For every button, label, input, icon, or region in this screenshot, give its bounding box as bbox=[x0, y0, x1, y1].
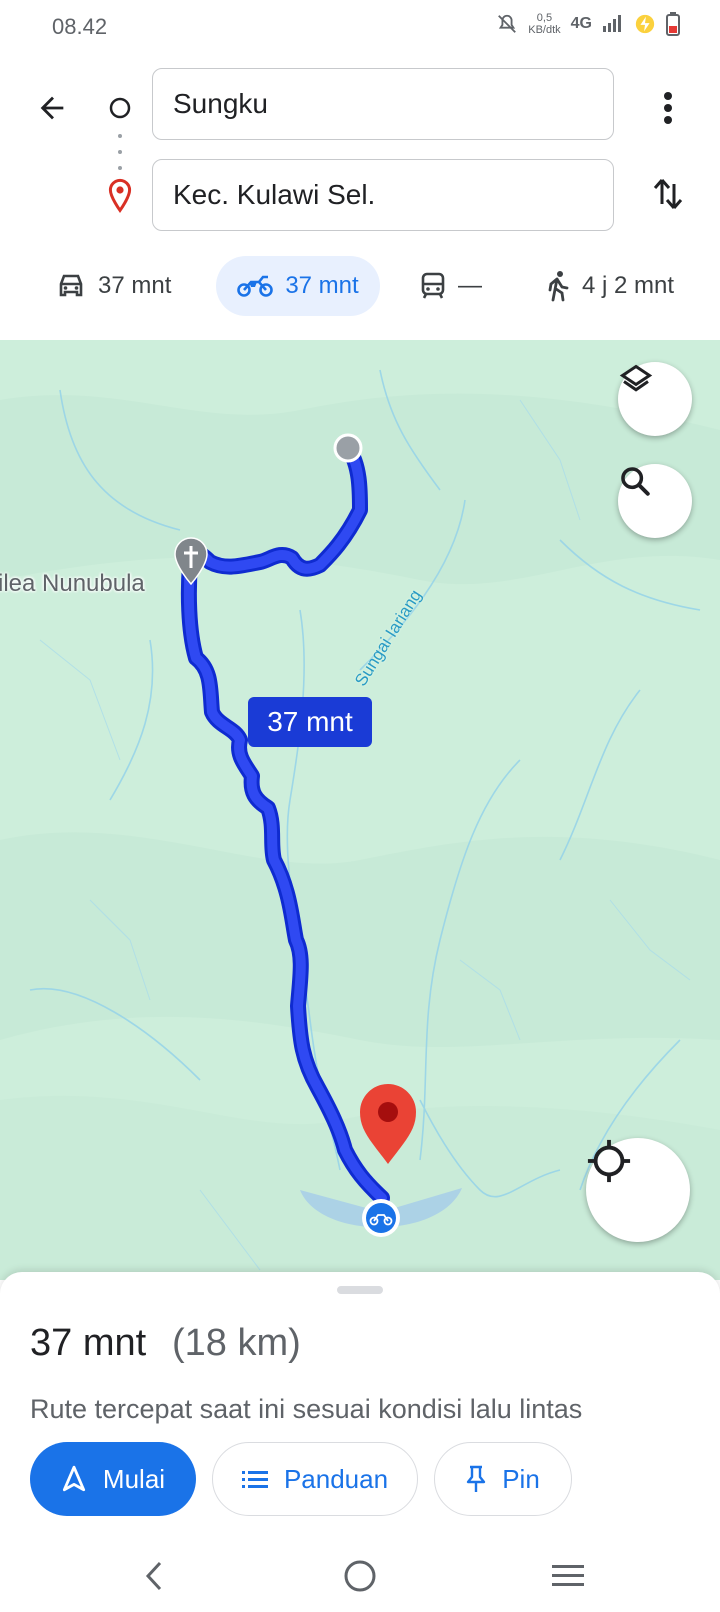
route-connector-dots bbox=[118, 134, 122, 170]
network-speed: 0,5 KB/dtk bbox=[528, 12, 560, 36]
network-type: 4G bbox=[570, 15, 592, 32]
speed-value: 0,5 bbox=[536, 12, 553, 24]
nav-menu-button[interactable] bbox=[538, 1552, 598, 1600]
destination-pin-icon bbox=[108, 178, 132, 213]
steps-button[interactable]: Panduan bbox=[212, 1442, 418, 1516]
nav-back-button[interactable] bbox=[124, 1552, 184, 1600]
pin-button[interactable]: Pin bbox=[434, 1442, 572, 1516]
mode-transit-tab[interactable]: — bbox=[420, 256, 482, 316]
origin-field[interactable]: Sungku bbox=[152, 68, 614, 140]
nav-menu-icon bbox=[552, 1565, 584, 1586]
navigation-arrow-icon bbox=[62, 1465, 86, 1492]
swap-directions-button[interactable] bbox=[646, 170, 690, 218]
my-location-button[interactable] bbox=[586, 1138, 690, 1242]
travel-modes: 37 mnt 37 mnt — 4 j 2 mnt bbox=[0, 256, 720, 316]
sheet-drag-handle[interactable] bbox=[337, 1286, 383, 1294]
origin-circle-icon bbox=[109, 97, 131, 119]
nav-back-icon bbox=[145, 1561, 162, 1591]
mute-bell-icon bbox=[498, 14, 517, 33]
more-options-button[interactable] bbox=[648, 80, 688, 136]
walk-icon bbox=[548, 271, 569, 302]
crosshair-icon bbox=[587, 1139, 631, 1183]
mode-car-time: 37 mnt bbox=[98, 272, 172, 299]
speed-unit: KB/dtk bbox=[528, 24, 561, 36]
route-time-chip[interactable]: 37 mnt bbox=[248, 697, 372, 747]
guide-label: Panduan bbox=[283, 1463, 389, 1494]
signal-icon bbox=[603, 15, 621, 32]
place-label: ilea Nunubula bbox=[0, 570, 145, 597]
layers-icon bbox=[619, 364, 653, 392]
search-along-route-button[interactable] bbox=[618, 464, 692, 538]
transit-icon bbox=[421, 272, 445, 299]
start-navigation-button[interactable]: Mulai bbox=[30, 1442, 196, 1516]
mode-transit-time: — bbox=[458, 272, 482, 299]
start-label: Mulai bbox=[102, 1463, 166, 1494]
pin-label: Pin bbox=[502, 1463, 540, 1494]
list-icon bbox=[241, 1471, 268, 1488]
status-bar: 08.42 0,5 KB/dtk 4G bbox=[0, 0, 720, 56]
route-description: Rute tercepat saat ini sesuai kondisi la… bbox=[30, 1394, 583, 1424]
system-nav-bar bbox=[0, 1540, 720, 1612]
mode-walk-tab[interactable]: 4 j 2 mnt bbox=[546, 256, 674, 316]
motorcycle-icon bbox=[237, 275, 274, 297]
map-view[interactable]: ilea Nunubula Sungai Iariang 37 mnt bbox=[0, 340, 720, 1280]
pushpin-icon bbox=[467, 1465, 486, 1492]
car-icon bbox=[59, 274, 83, 297]
mode-walk-time: 4 j 2 mnt bbox=[582, 272, 675, 299]
back-button[interactable] bbox=[28, 84, 76, 132]
layers-button[interactable] bbox=[618, 362, 692, 436]
mode-car-tab[interactable]: 37 mnt bbox=[56, 256, 171, 316]
mode-motorcycle-time: 37 mnt bbox=[285, 272, 359, 299]
arrow-back-icon bbox=[40, 96, 64, 120]
route-duration: 37 mnt bbox=[30, 1322, 147, 1364]
more-vert-icon bbox=[664, 92, 672, 124]
route-distance: (18 km) bbox=[172, 1322, 301, 1364]
status-time: 08.42 bbox=[52, 14, 108, 39]
mode-motorcycle-tab[interactable]: 37 mnt bbox=[216, 256, 380, 316]
nav-home-button[interactable] bbox=[330, 1552, 390, 1600]
battery-icon bbox=[666, 12, 680, 36]
search-icon bbox=[621, 467, 650, 496]
destination-field[interactable]: Kec. Kulawi Sel. bbox=[152, 159, 614, 231]
charging-icon bbox=[635, 14, 655, 34]
directions-header: Sungku Kec. Kulawi Sel. 37 mnt 37 mnt — … bbox=[0, 56, 720, 340]
nav-home-icon bbox=[344, 1560, 376, 1592]
swap-vert-icon bbox=[653, 179, 683, 209]
status-icons: 0,5 KB/dtk 4G bbox=[496, 12, 680, 36]
